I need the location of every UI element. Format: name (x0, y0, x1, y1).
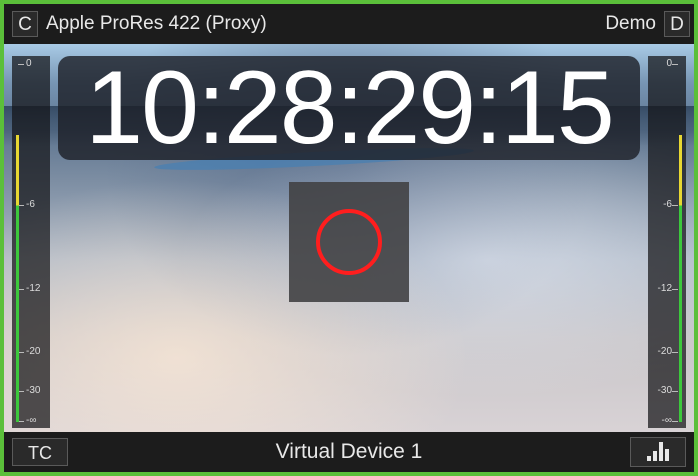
right-audio-meter: 0 -6 -12 -20 -30 -∞ (648, 56, 686, 428)
meter-icon-bar (647, 456, 651, 461)
meter-label-minus6: -6 (26, 199, 35, 210)
meter-label-minus12: -12 (657, 283, 672, 294)
meter-label-minus-infinity: -∞ (26, 415, 37, 426)
left-audio-meter: 0 -6 -12 -20 -30 -∞ (12, 56, 50, 428)
timecode-display: 10:28:29:15 (58, 56, 640, 160)
channel-d-button[interactable]: D (664, 11, 690, 37)
meter-tick (672, 205, 678, 206)
meter-label-minus-infinity: -∞ (661, 415, 672, 426)
meter-label-0: 0 (26, 58, 32, 69)
meter-tick (672, 289, 678, 290)
top-bar: C Apple ProRes 422 (Proxy) Demo D (4, 4, 694, 44)
right-level-bar (679, 134, 682, 422)
meter-icon-bar (653, 451, 657, 461)
demo-label: Demo (605, 13, 656, 34)
device-name: Virtual Device 1 (275, 440, 423, 463)
meter-label-minus30: -30 (26, 385, 41, 396)
meter-tick (18, 64, 24, 65)
meter-label-minus20: -20 (26, 346, 41, 357)
record-ring-icon (316, 209, 382, 275)
channel-c-button[interactable]: C (12, 11, 38, 37)
audio-meter-bars-icon[interactable] (630, 437, 686, 467)
meter-label-minus12: -12 (26, 283, 41, 294)
meter-tick (672, 421, 678, 422)
meter-icon-bar (659, 442, 663, 461)
left-level-bar (16, 134, 19, 422)
meter-tick (672, 352, 678, 353)
video-preview: 10:28:29:15 0 -6 -12 -20 -30 -∞ 0 -6 -12… (4, 44, 694, 436)
meter-icon-bar (665, 449, 669, 461)
codec-label: Apple ProRes 422 (Proxy) (46, 13, 267, 34)
record-indicator-box[interactable] (289, 182, 409, 302)
meter-tick (672, 64, 678, 65)
device-preview-window: C Apple ProRes 422 (Proxy) Demo D 10:28:… (0, 0, 698, 476)
meter-label-minus30: -30 (657, 385, 672, 396)
meter-tick (672, 391, 678, 392)
bottom-bar: TC Virtual Device 1 (4, 432, 694, 472)
meter-label-minus6: -6 (663, 199, 672, 210)
meter-label-minus20: -20 (657, 346, 672, 357)
